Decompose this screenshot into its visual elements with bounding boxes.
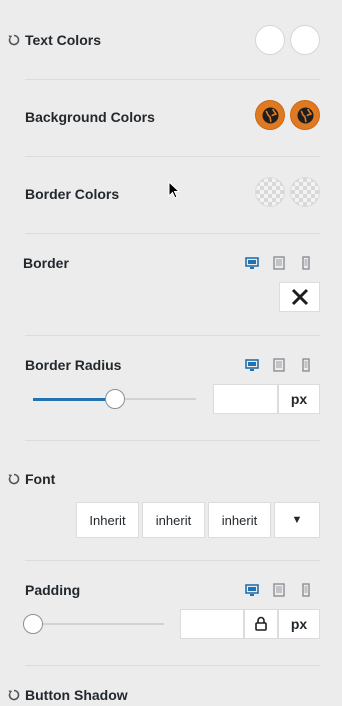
mobile-icon[interactable] (299, 583, 313, 597)
border-colors-label: Border Colors (25, 186, 120, 202)
padding-unit[interactable]: px (278, 609, 320, 639)
divider (25, 665, 320, 666)
background-color-swatch[interactable] (255, 100, 285, 130)
divider (25, 156, 320, 157)
reset-icon[interactable] (8, 34, 20, 46)
border-radius-unit[interactable]: px (278, 384, 320, 414)
border-radius-slider-thumb[interactable] (105, 389, 125, 409)
padding-link-button[interactable] (244, 609, 278, 639)
background-hover-color-swatch[interactable] (290, 100, 320, 130)
tablet-icon[interactable] (272, 358, 286, 372)
font-more-dropdown[interactable]: ▼ (274, 502, 320, 538)
border-label: Border (23, 255, 69, 271)
font-label: Font (25, 471, 56, 487)
divider (25, 560, 320, 561)
tablet-icon[interactable] (272, 583, 286, 597)
reset-icon[interactable] (8, 473, 20, 485)
font-family-select[interactable]: Inherit (76, 502, 139, 538)
text-colors-label: Text Colors (25, 32, 101, 48)
border-radius-slider-fill (33, 398, 115, 401)
border-style-none-button[interactable] (279, 282, 320, 312)
font-style-select[interactable]: inherit (208, 502, 271, 538)
desktop-icon[interactable] (245, 358, 259, 372)
padding-input[interactable] (180, 609, 244, 639)
divider (25, 233, 320, 234)
text-hover-color-swatch[interactable] (290, 25, 320, 55)
divider (25, 79, 320, 80)
divider (25, 440, 320, 441)
font-weight-select[interactable]: inherit (142, 502, 205, 538)
mouse-cursor-icon (168, 181, 180, 199)
button-shadow-label: Button Shadow (25, 687, 128, 703)
desktop-icon[interactable] (245, 583, 259, 597)
padding-slider-thumb[interactable] (23, 614, 43, 634)
text-color-swatch[interactable] (255, 25, 285, 55)
padding-slider-track[interactable] (33, 623, 164, 625)
desktop-icon[interactable] (245, 256, 259, 270)
reset-icon[interactable] (8, 689, 20, 701)
border-color-swatch[interactable] (255, 177, 285, 207)
globe-icon (262, 107, 279, 124)
lock-icon (255, 616, 267, 631)
border-hover-color-swatch[interactable] (290, 177, 320, 207)
background-colors-label: Background Colors (25, 109, 155, 125)
mobile-icon[interactable] (299, 358, 313, 372)
globe-icon (297, 107, 314, 124)
padding-label: Padding (25, 582, 81, 598)
border-radius-input[interactable] (213, 384, 278, 414)
tablet-icon[interactable] (272, 256, 286, 270)
border-radius-label: Border Radius (25, 357, 122, 373)
mobile-icon[interactable] (299, 256, 313, 270)
close-icon (291, 288, 308, 306)
divider (25, 335, 320, 336)
